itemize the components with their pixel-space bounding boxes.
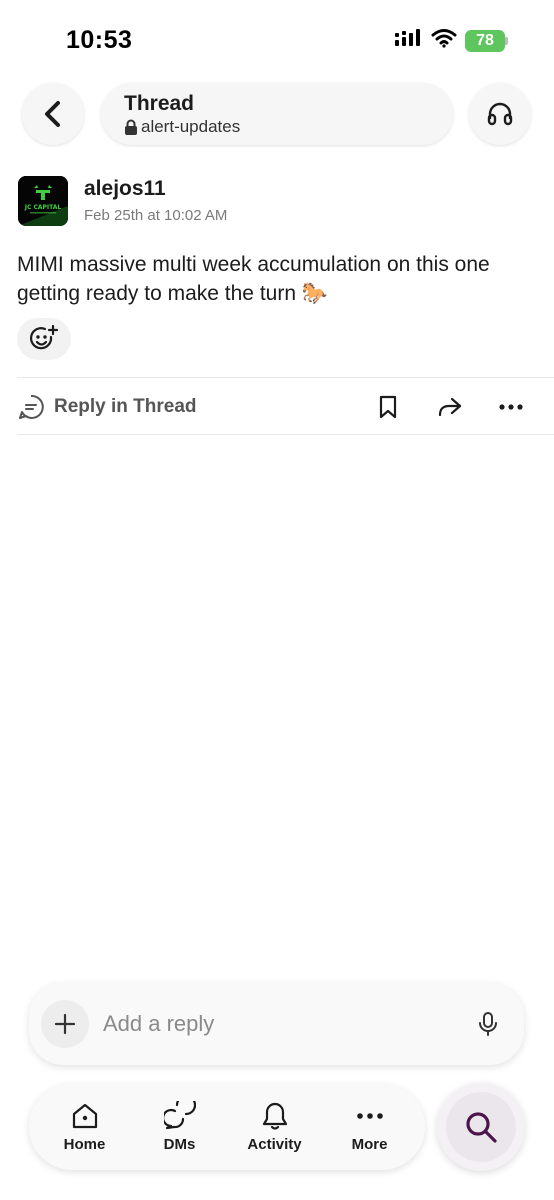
signal-icon — [395, 28, 423, 53]
lock-icon — [125, 119, 137, 135]
reply-bubble-icon — [19, 394, 44, 419]
ellipsis-icon — [499, 404, 523, 410]
add-reaction-button[interactable] — [17, 318, 71, 360]
jc-capital-logo: JC CAPITAL — [18, 176, 68, 226]
tab-more[interactable]: More — [325, 1101, 415, 1153]
channel-name-row: alert-updates — [124, 117, 453, 137]
message-author[interactable]: alejos11 — [84, 177, 166, 201]
tab-bar: Home DMs Activity More — [29, 1084, 425, 1170]
tab-dms-label: DMs — [163, 1136, 196, 1153]
microphone-icon — [479, 1012, 497, 1036]
tab-dms[interactable]: DMs — [135, 1101, 225, 1153]
divider-top — [17, 377, 554, 378]
channel-name: alert-updates — [141, 117, 241, 136]
status-bar: 10:53 78 — [0, 0, 554, 80]
page-title: Thread — [124, 92, 195, 115]
thread-header: Thread alert-updates — [0, 82, 554, 148]
bookmark-icon — [379, 395, 397, 419]
message-text: MIMI massive multi week accumulation on … — [17, 253, 490, 305]
add-emoji-icon — [30, 324, 59, 350]
tab-more-label: More — [351, 1136, 388, 1153]
divider-bottom — [17, 434, 554, 435]
avatar-text: JC CAPITAL — [24, 204, 62, 211]
share-button[interactable] — [437, 394, 463, 420]
microphone-button[interactable] — [478, 1011, 498, 1042]
attach-button[interactable] — [41, 1000, 89, 1048]
back-button[interactable] — [22, 83, 84, 145]
huddle-button[interactable] — [469, 83, 531, 145]
search-button-inner — [446, 1092, 516, 1162]
plus-icon — [54, 1013, 76, 1035]
tab-home[interactable]: Home — [40, 1101, 130, 1153]
reply-composer — [29, 983, 524, 1065]
message-actions: Reply in Thread — [0, 384, 554, 428]
tab-activity[interactable]: Activity — [230, 1101, 320, 1153]
avatar[interactable]: JC CAPITAL — [18, 176, 68, 226]
battery-level: 78 — [465, 29, 505, 52]
battery-indicator: 78 — [465, 29, 508, 52]
reply-input[interactable] — [103, 1007, 453, 1041]
search-icon — [466, 1112, 497, 1143]
thread-title-pill[interactable]: Thread alert-updates — [101, 83, 453, 145]
reply-in-thread-button[interactable]: Reply in Thread — [18, 394, 197, 420]
home-icon — [72, 1103, 97, 1129]
headphones-icon — [487, 102, 513, 126]
tab-activity-label: Activity — [247, 1136, 302, 1153]
dms-icon — [163, 1101, 196, 1130]
tab-home-label: Home — [63, 1136, 106, 1153]
wifi-icon — [431, 28, 457, 53]
message-timestamp: Feb 25th at 10:02 AM — [84, 207, 228, 224]
chevron-left-icon — [45, 101, 60, 127]
forward-arrow-icon — [438, 397, 462, 417]
status-icons: 78 — [395, 28, 508, 53]
reply-in-thread-label: Reply in Thread — [54, 396, 197, 417]
bell-icon — [262, 1102, 287, 1130]
save-button[interactable] — [375, 394, 401, 420]
status-time: 10:53 — [66, 26, 133, 54]
more-actions-button[interactable] — [498, 394, 524, 420]
more-icon — [356, 1113, 383, 1119]
battery-tip — [505, 36, 508, 45]
search-button[interactable] — [437, 1083, 525, 1171]
